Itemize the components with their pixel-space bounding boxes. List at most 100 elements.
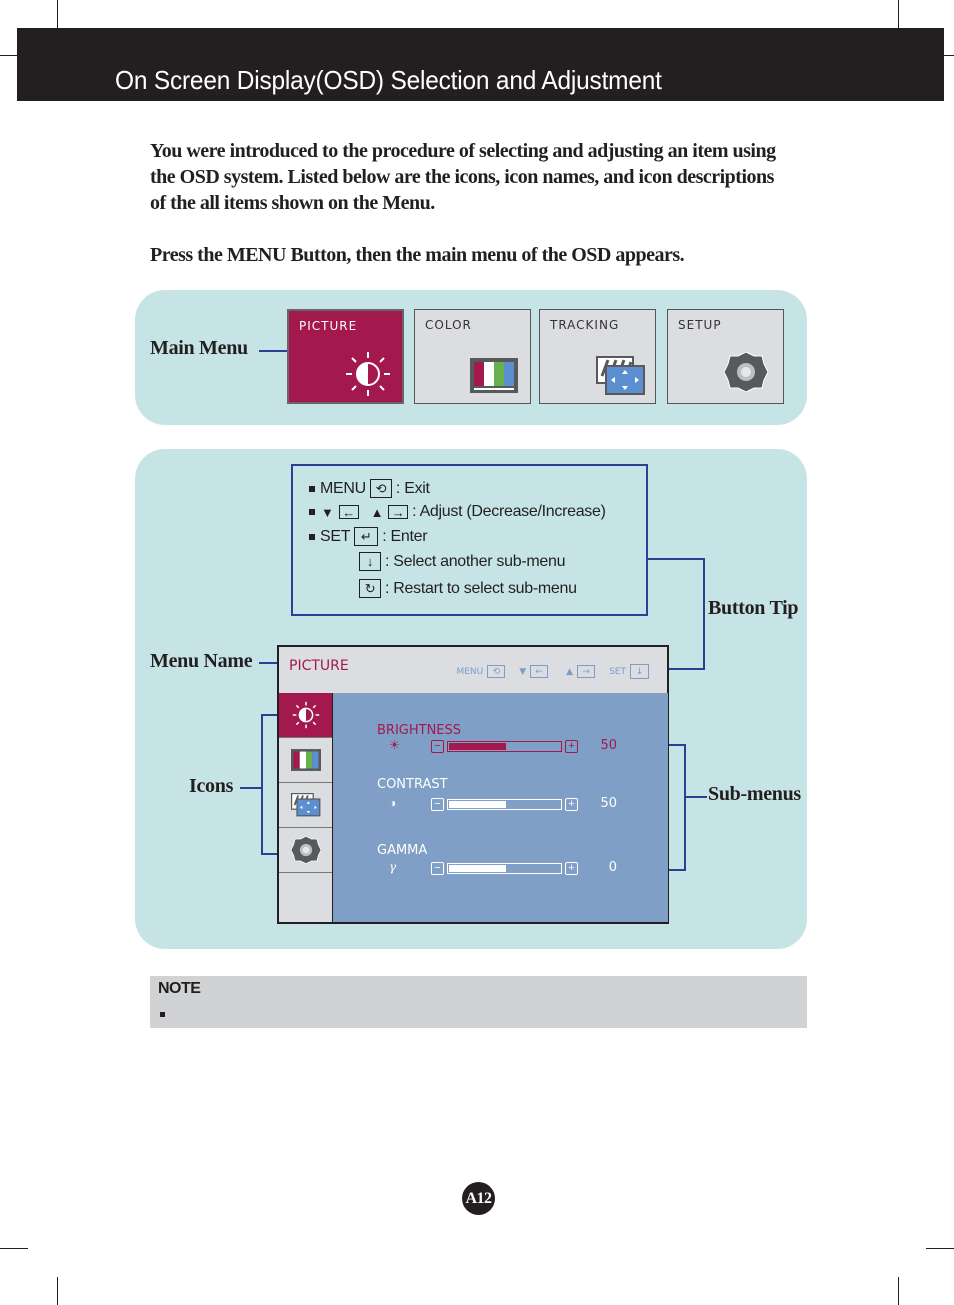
tip-key: SET [320, 527, 351, 545]
exit-icon: ⟲ [487, 665, 506, 678]
crop-mark [898, 1277, 899, 1305]
osd-icon-tracking[interactable] [279, 783, 332, 828]
bullet [309, 533, 315, 540]
sub-menus-bracket [669, 744, 686, 746]
down-triangle-icon: ▼ [321, 504, 334, 520]
sub-menus-label: Sub-menus [708, 783, 801, 805]
tab-tracking[interactable]: TRACKING [539, 309, 656, 404]
tracking-position-icon [290, 793, 320, 817]
color-bars-icon [290, 749, 321, 771]
intro-paragraph: You were introduced to the procedure of … [150, 140, 776, 214]
page-header: On Screen Display(OSD) Selection and Adj… [17, 28, 944, 101]
button-tip-connector [648, 558, 704, 560]
tip-row-adjust: ▼ ← ▲ → : Adjust (Decrease/Increase) [309, 503, 606, 521]
tab-label: SETUP [678, 318, 722, 332]
page-title: On Screen Display(OSD) Selection and Adj… [115, 65, 662, 95]
tab-label: TRACKING [550, 318, 620, 332]
increase-button[interactable]: + [565, 798, 578, 811]
right-arrow-icon: → [388, 505, 409, 520]
bullet [160, 1012, 165, 1017]
menu-name-label: Menu Name [150, 650, 253, 672]
main-menu-label: Main Menu [150, 337, 248, 359]
submenu-label-contrast: CONTRAST [377, 777, 448, 792]
down-triangle-icon: ▼ [519, 666, 527, 677]
gamma-icon: γ [389, 860, 397, 874]
tip-description: : Restart to select sub-menu [385, 579, 577, 597]
gamma-value: 0 [608, 860, 617, 875]
tab-setup[interactable]: SETUP [667, 309, 784, 404]
brightness-value: 50 [600, 738, 617, 753]
brightness-contrast-icon [292, 701, 319, 729]
osd-icon-column [279, 693, 332, 922]
button-tip-label: Button Tip [708, 597, 799, 619]
icons-label: Icons [189, 775, 234, 797]
up-triangle-icon: ▲ [566, 666, 574, 677]
icons-bracket [261, 853, 278, 855]
osd-menu-name: PICTURE [289, 658, 349, 674]
tip-row-set: SET ↵ : Enter [309, 527, 428, 546]
sub-menus-connector [685, 796, 707, 798]
brightness-contrast-icon [346, 352, 390, 396]
note-title: NOTE [158, 980, 201, 997]
up-triangle-icon: ▲ [370, 504, 384, 520]
tip-row-select: ↓ : Select another sub-menu [355, 552, 565, 571]
contrast-icon: ◑ [389, 796, 397, 810]
tip-row-menu: MENU ⟲ : Exit [309, 479, 430, 498]
sub-menus-bracket [669, 869, 686, 871]
decrease-button[interactable]: − [431, 740, 444, 753]
tab-label: PICTURE [299, 319, 358, 333]
osd-tip-menu: MENU [456, 666, 484, 677]
tip-row-restart: ↻ : Restart to select sub-menu [355, 579, 577, 598]
slider-fill [449, 801, 506, 808]
crop-mark [0, 55, 17, 56]
tab-picture[interactable]: PICTURE [287, 309, 404, 404]
osd-icon-setup[interactable] [279, 828, 332, 873]
tip-key: MENU [320, 479, 366, 497]
intro-instruction: Press the MENU Button, then the main men… [150, 244, 685, 266]
osd-icon-color[interactable] [279, 738, 332, 783]
main-menu-connector [259, 350, 288, 352]
submenu-row-brightness: ☀ − + 50 [377, 738, 627, 754]
decrease-button[interactable]: − [431, 862, 444, 875]
brightness-slider[interactable] [447, 741, 562, 752]
gamma-slider[interactable] [447, 863, 562, 874]
tip-description: : Exit [395, 479, 430, 497]
osd-icon-picture[interactable] [279, 693, 332, 738]
down-arrow-icon: ↓ [359, 552, 381, 571]
crop-mark [898, 0, 899, 28]
contrast-slider[interactable] [447, 799, 562, 810]
tab-color[interactable]: COLOR [414, 309, 531, 404]
crop-mark [57, 0, 58, 28]
icons-bracket [261, 714, 278, 716]
right-arrow-icon: → [577, 665, 596, 678]
note-box: NOTE [150, 976, 807, 1028]
decrease-button[interactable]: − [431, 798, 444, 811]
crop-mark [926, 1248, 954, 1249]
crop-mark [0, 1248, 28, 1249]
tip-description: : Select another sub-menu [385, 552, 566, 570]
sun-icon: ☀ [389, 738, 400, 752]
menu-name-connector [259, 662, 278, 664]
osd-submenu-area: BRIGHTNESS ☀ − + 50 CONTRAST ◑ − + 50 GA… [332, 693, 668, 922]
left-arrow-icon: ← [338, 505, 359, 520]
icons-bracket [261, 714, 263, 855]
osd-tip-set: SET [609, 666, 626, 677]
sub-menus-bracket [684, 744, 686, 871]
tracking-position-icon [596, 356, 645, 395]
increase-button[interactable]: + [565, 740, 578, 753]
intro-text: You were introduced to the procedure of … [150, 138, 790, 268]
increase-button[interactable]: + [565, 862, 578, 875]
down-arrow-icon: ↓ [630, 664, 649, 679]
color-bars-icon [470, 358, 518, 393]
tip-description: : Enter [382, 527, 428, 545]
submenu-row-gamma: γ − + 0 [377, 860, 627, 876]
button-tip-connector [669, 668, 705, 670]
icons-connector [240, 787, 262, 789]
contrast-value: 50 [600, 796, 617, 811]
submenu-row-contrast: ◑ − + 50 [377, 796, 627, 812]
tab-label: COLOR [425, 318, 472, 332]
enter-icon: ↵ [354, 527, 379, 546]
osd-button-tips: MENU ⟲ ▼ ← ▲ → SET ↓ [456, 664, 649, 679]
gear-icon [724, 351, 768, 393]
crop-mark [944, 55, 954, 56]
